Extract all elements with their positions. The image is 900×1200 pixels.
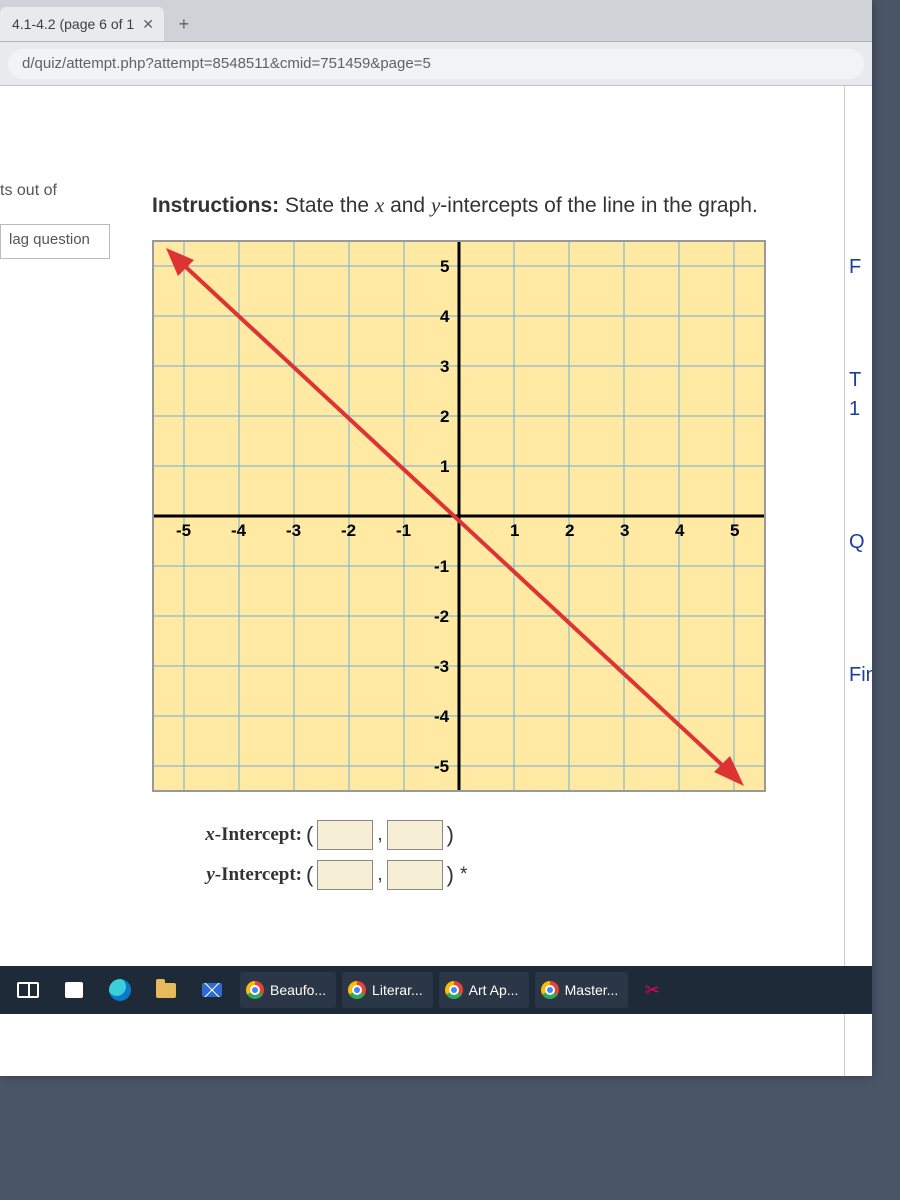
svg-text:-4: -4 bbox=[434, 707, 450, 726]
svg-text:4: 4 bbox=[675, 521, 685, 540]
flag-question-button[interactable]: lag question bbox=[0, 224, 110, 259]
svg-text:2: 2 bbox=[440, 407, 449, 426]
svg-text:2: 2 bbox=[565, 521, 574, 540]
tab-title: 4.1-4.2 (page 6 of 1 bbox=[12, 16, 134, 32]
coordinate-graph: -5 -4 -3 -2 -1 1 2 3 4 5 5 4 bbox=[152, 240, 766, 792]
url-row: d/quiz/attempt.php?attempt=8548511&cmid=… bbox=[0, 42, 872, 86]
svg-text:-5: -5 bbox=[176, 521, 191, 540]
snip-icon[interactable]: ✂ bbox=[630, 970, 674, 1010]
chrome-icon bbox=[246, 981, 264, 999]
file-explorer-icon[interactable] bbox=[144, 970, 188, 1010]
svg-text:5: 5 bbox=[440, 257, 449, 276]
browser-tab[interactable]: 4.1-4.2 (page 6 of 1 ✕ bbox=[0, 7, 164, 41]
taskbar-window-beaufo[interactable]: Beaufo... bbox=[240, 972, 336, 1008]
svg-text:3: 3 bbox=[620, 521, 629, 540]
svg-text:-2: -2 bbox=[341, 521, 356, 540]
svg-text:1: 1 bbox=[440, 457, 449, 476]
y-intercept-row: y-Intercept: ( , ) * bbox=[152, 860, 812, 890]
taskbar-window-literar[interactable]: Literar... bbox=[342, 972, 433, 1008]
x-intercept-y-input[interactable] bbox=[387, 820, 443, 850]
svg-text:-2: -2 bbox=[434, 607, 449, 626]
svg-text:-1: -1 bbox=[434, 557, 449, 576]
url-bar[interactable]: d/quiz/attempt.php?attempt=8548511&cmid=… bbox=[8, 49, 864, 79]
svg-text:-4: -4 bbox=[231, 521, 247, 540]
intercept-inputs: x-Intercept: ( , ) y-Intercept: ( , ) * bbox=[152, 820, 812, 890]
close-icon[interactable]: ✕ bbox=[142, 16, 154, 33]
task-view-icon[interactable] bbox=[6, 970, 50, 1010]
svg-text:3: 3 bbox=[440, 357, 449, 376]
edge-icon[interactable] bbox=[98, 970, 142, 1010]
question-sidebar: ts out of lag question bbox=[0, 176, 110, 259]
page-content: ts out of lag question Instructions: Sta… bbox=[0, 86, 872, 1076]
chrome-icon bbox=[541, 981, 559, 999]
x-intercept-x-input[interactable] bbox=[317, 820, 373, 850]
svg-text:-5: -5 bbox=[434, 757, 449, 776]
mail-icon[interactable] bbox=[190, 970, 234, 1010]
url-text: d/quiz/attempt.php?attempt=8548511&cmid=… bbox=[22, 55, 431, 72]
y-intercept-x-input[interactable] bbox=[317, 860, 373, 890]
question-main: Instructions: State the x and y-intercep… bbox=[152, 190, 812, 900]
svg-text:-1: -1 bbox=[396, 521, 411, 540]
svg-text:5: 5 bbox=[730, 521, 739, 540]
right-panel-fragment: F T 1 Q Fin bbox=[844, 86, 872, 1076]
browser-tabstrip: 4.1-4.2 (page 6 of 1 ✕ + bbox=[0, 0, 872, 42]
svg-text:-3: -3 bbox=[286, 521, 301, 540]
taskbar-window-artap[interactable]: Art Ap... bbox=[439, 972, 529, 1008]
points-fragment: ts out of bbox=[0, 176, 110, 210]
microsoft-store-icon[interactable] bbox=[52, 970, 96, 1010]
chrome-icon bbox=[348, 981, 366, 999]
instructions-text: Instructions: State the x and y-intercep… bbox=[152, 190, 812, 222]
x-intercept-row: x-Intercept: ( , ) bbox=[152, 820, 812, 850]
svg-text:-3: -3 bbox=[434, 657, 449, 676]
y-intercept-y-input[interactable] bbox=[387, 860, 443, 890]
taskbar-window-master[interactable]: Master... bbox=[535, 972, 629, 1008]
taskbar: Beaufo... Literar... Art Ap... Master...… bbox=[0, 966, 872, 1014]
svg-text:1: 1 bbox=[510, 521, 519, 540]
new-tab-button[interactable]: + bbox=[170, 10, 198, 38]
svg-text:4: 4 bbox=[440, 307, 450, 326]
chrome-icon bbox=[445, 981, 463, 999]
graph-svg: -5 -4 -3 -2 -1 1 2 3 4 5 5 4 bbox=[154, 242, 764, 790]
